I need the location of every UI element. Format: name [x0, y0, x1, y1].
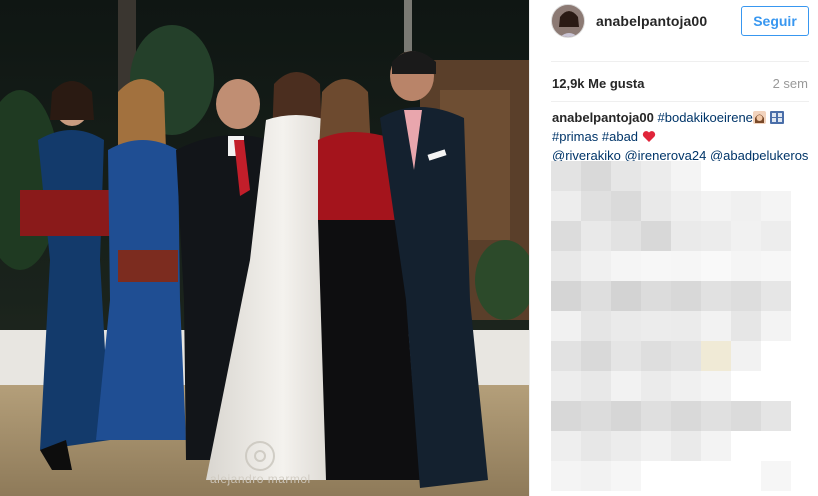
post-username[interactable]: anabelpantoja00 — [596, 13, 707, 29]
caption-username[interactable]: anabelpantoja00 — [552, 110, 654, 125]
pixelated-comments — [551, 161, 809, 496]
red-heart-icon — [642, 130, 656, 147]
post-header: anabelpantoja00 Seguir — [530, 0, 818, 42]
divider — [551, 101, 809, 102]
divider — [551, 61, 809, 62]
follow-button[interactable]: Seguir — [741, 6, 809, 36]
avatar[interactable] — [551, 4, 585, 38]
hashtag-abad[interactable]: #abad — [602, 129, 638, 144]
post-time[interactable]: 2 sem — [773, 76, 808, 91]
woman-emoji-icon — [752, 111, 766, 128]
likes-count[interactable]: 12,9k Me gusta — [552, 76, 645, 91]
film-frames-emoji-icon — [769, 111, 784, 128]
post-details-panel: anabelpantoja00 Seguir 12,9k Me gusta 2 … — [529, 0, 818, 496]
post-photo[interactable]: alejandro marmol — [0, 0, 529, 496]
wedding-group-photo — [0, 0, 529, 496]
hashtag-primas[interactable]: #primas — [552, 129, 598, 144]
post-caption: anabelpantoja00 #bodakikoeirene #primas … — [552, 109, 814, 164]
photo-watermark: alejandro marmol — [210, 472, 311, 486]
hashtag-bodakikoeirene[interactable]: #bodakikoeirene — [658, 110, 753, 125]
